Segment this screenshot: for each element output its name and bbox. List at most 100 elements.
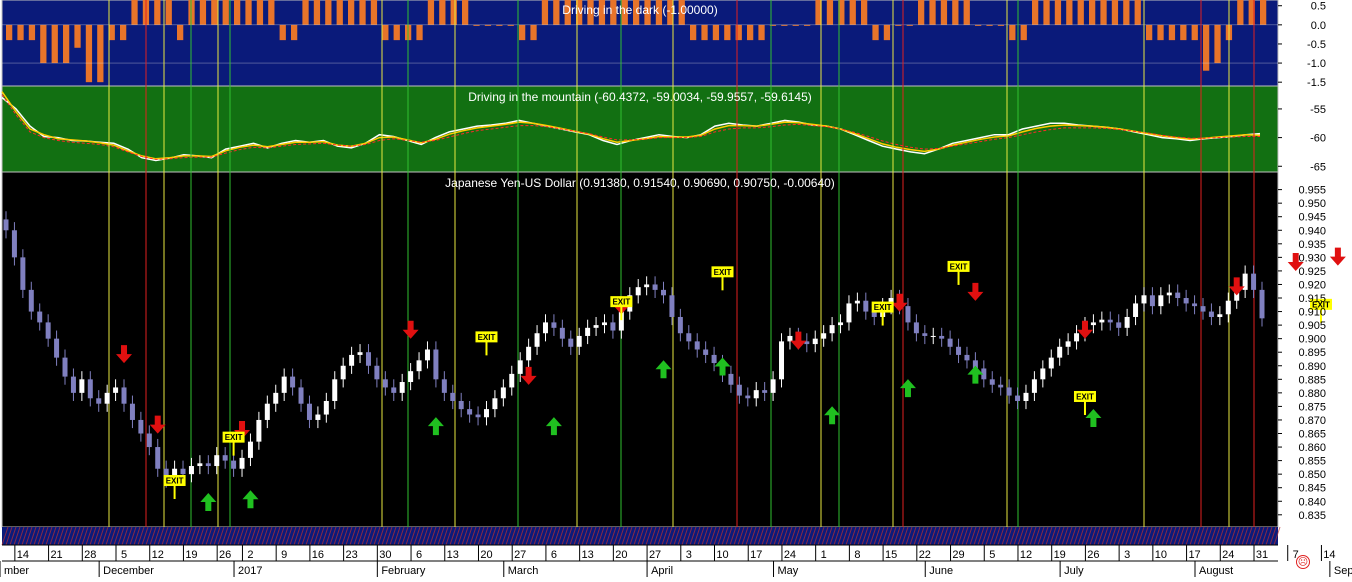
indicator-bar (256, 0, 264, 25)
candle-body (129, 403, 135, 420)
y-tick-label: 0.935 (1298, 239, 1326, 251)
indicator-bar (17, 24, 24, 41)
y-tick-label: 0.5 (1311, 1, 1326, 13)
x-tick-label: 12 (152, 549, 164, 561)
indicator-bar (6, 24, 13, 41)
candle-body (214, 455, 220, 467)
indicator-bar (97, 24, 104, 83)
candle-body (391, 387, 397, 393)
x-tick-label: 21 (50, 549, 62, 561)
candle-body (1116, 322, 1122, 328)
indicator-bar (40, 24, 47, 64)
chart-stage: EXIT EXIT EXIT EXIT EXIT EXIT EXIT EXIT EXIT Driv… (0, 0, 1352, 577)
candle-body (770, 379, 776, 393)
exit-label-text: EXIT (225, 433, 243, 442)
y-tick-label: 0.855 (1298, 456, 1326, 468)
month-label: December (103, 565, 154, 577)
candle-body (1225, 300, 1231, 315)
indicator-bar (1066, 0, 1073, 25)
candle-body (736, 384, 742, 396)
indicator-bar (268, 0, 275, 25)
candle-body (1149, 295, 1155, 307)
candle-body (231, 460, 237, 469)
x-tick-label: 14 (1323, 549, 1335, 561)
indicator-bar (1237, 0, 1244, 25)
indicator-bar (63, 24, 70, 64)
y-tick-label: 0.920 (1298, 279, 1326, 291)
indicator-bar (1134, 0, 1141, 25)
candle-body (121, 387, 127, 404)
indicator-bar (929, 0, 936, 25)
candle-body (1015, 395, 1021, 401)
candle-body (551, 322, 557, 328)
error-smiley-icon[interactable]: ☹ (1296, 555, 1310, 569)
candle-body (1124, 316, 1130, 328)
candle-body (1090, 322, 1096, 326)
indicator-bar (1043, 0, 1050, 25)
indicator-bar (883, 24, 891, 41)
candle-body (854, 300, 860, 304)
x-tick-label: 27 (514, 549, 526, 561)
x-tick-label: 2 (247, 549, 253, 561)
x-tick-label: 26 (219, 549, 231, 561)
candle-body (779, 341, 785, 380)
candle-body (542, 322, 548, 334)
exit-label-text: EXIT (1076, 392, 1094, 401)
candle-body (323, 400, 329, 415)
candle-body (1183, 298, 1189, 304)
y-tick-label: 0.0 (1311, 20, 1326, 32)
y-tick-label: 0.870 (1298, 415, 1326, 427)
candle-body (1217, 314, 1223, 317)
x-tick-label: 13 (447, 549, 459, 561)
candle-body (939, 335, 945, 339)
indicator-bar (1089, 0, 1096, 25)
candle-body (180, 468, 186, 475)
candle-body (812, 338, 818, 345)
y-tick-label: 0.880 (1298, 388, 1326, 400)
x-tick-label: 23 (345, 549, 357, 561)
y-tick-label: 0.885 (1298, 374, 1326, 386)
candle-body (87, 379, 93, 399)
candle-body (601, 322, 607, 326)
candle-body (146, 433, 152, 448)
candle-body (467, 409, 473, 415)
x-tick-label: 27 (649, 549, 661, 561)
indicator-bar (427, 0, 435, 25)
x-tick-label: 5 (121, 549, 127, 561)
y-tick-label: 0.850 (1298, 469, 1326, 481)
candle-body (483, 409, 489, 418)
candle-body (424, 349, 430, 361)
x-tick-label: 10 (1155, 549, 1167, 561)
indicator-bar (1111, 0, 1119, 25)
indicator-bar (712, 24, 720, 41)
month-label: March (508, 565, 539, 577)
candle-body (1048, 357, 1054, 369)
candle-body (500, 387, 506, 399)
candle-body (28, 289, 34, 312)
indicator-bar (918, 0, 925, 25)
indicator-bar (1168, 24, 1176, 41)
candle-body (54, 338, 60, 358)
candle-body (37, 311, 43, 323)
x-tick-label: 26 (1087, 549, 1099, 561)
indicator-bar (28, 24, 36, 41)
candle-body (728, 373, 734, 385)
candle-body (138, 419, 144, 434)
x-tick-label: 6 (416, 549, 422, 561)
candle-body (399, 382, 405, 393)
y-tick-label: -1.5 (1307, 77, 1326, 89)
y-tick-label: 0.940 (1298, 225, 1326, 237)
indicator-bar (393, 24, 400, 41)
candle-body (349, 354, 355, 366)
candle-body (998, 384, 1004, 388)
indicator-bar (245, 0, 252, 25)
candle-body (45, 322, 51, 339)
exit-label-text: EXIT (874, 303, 892, 312)
candle-body (247, 441, 253, 458)
y-tick-label: 0.860 (1298, 442, 1326, 454)
candle-body (450, 392, 456, 401)
candle-body (947, 338, 953, 347)
candle-body (745, 395, 751, 399)
candle-body (686, 333, 692, 342)
candle-body (753, 390, 759, 399)
